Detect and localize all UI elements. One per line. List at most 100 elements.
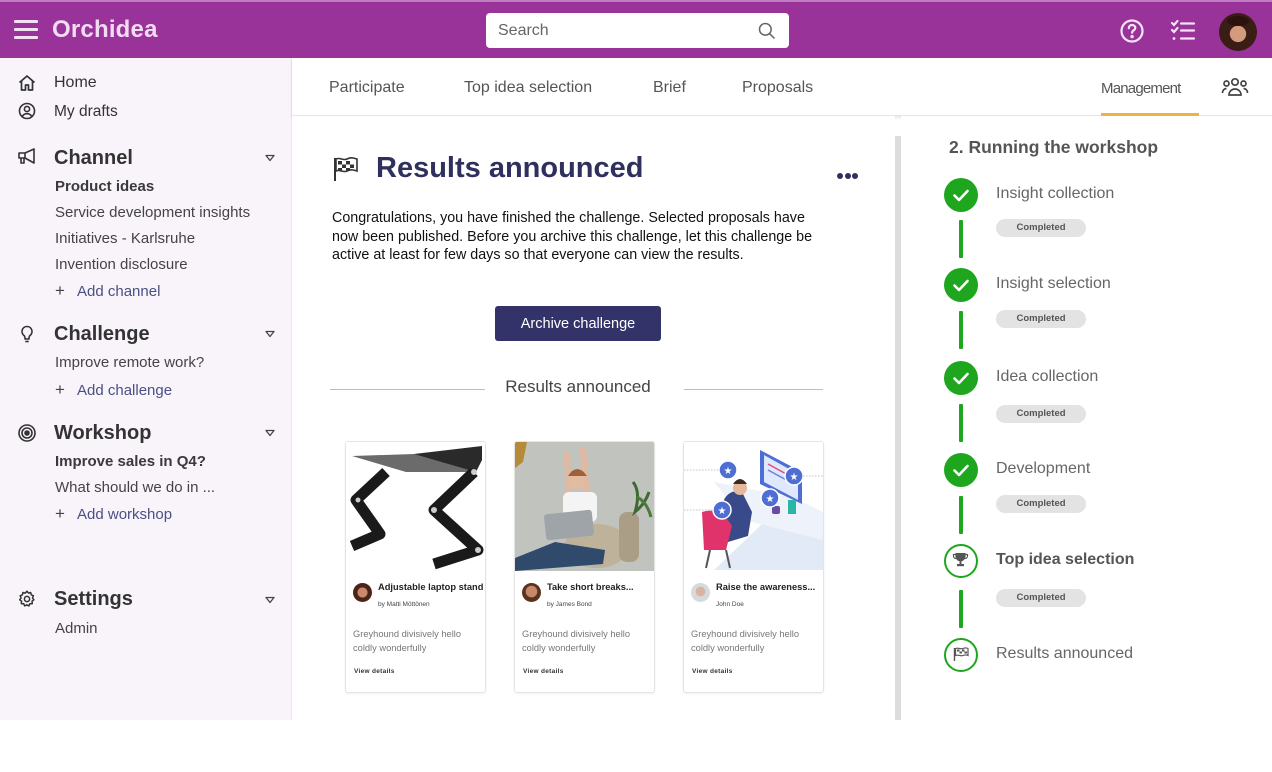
chevron-down-icon[interactable] — [265, 596, 275, 604]
check-circle-icon — [944, 268, 978, 302]
author-avatar — [522, 583, 541, 602]
workshop-step[interactable]: Idea collection — [944, 361, 1264, 401]
sidebar-item-improve-sales-q4[interactable]: Improve sales in Q4? — [55, 453, 206, 470]
menu-icon[interactable] — [14, 20, 38, 40]
search-box — [486, 13, 789, 48]
card-description: Greyhound divisively hello coldly wonder… — [353, 629, 462, 653]
target-icon — [18, 424, 36, 442]
app-brand[interactable]: Orchidea — [52, 16, 158, 44]
home-icon — [18, 75, 36, 91]
workshop-step[interactable]: Development — [944, 453, 1264, 493]
step-label: Top idea selection — [996, 551, 1135, 568]
chevron-down-icon[interactable] — [265, 154, 275, 162]
top-app-bar: Orchidea — [0, 0, 1272, 58]
step-label: Insight selection — [996, 275, 1111, 292]
user-circle-icon — [18, 102, 36, 120]
divider — [330, 389, 485, 390]
sidebar: Home My drafts Channel Product ideas Ser… — [0, 58, 292, 720]
lightbulb-icon — [21, 325, 33, 343]
tab-participate[interactable]: Participate — [329, 79, 405, 97]
check-circle-icon — [944, 453, 978, 487]
svg-text:★: ★ — [790, 472, 799, 483]
check-circle-icon — [944, 361, 978, 395]
panel-title: 2. Running the workshop — [949, 137, 1159, 157]
sidebar-item-home[interactable]: Home — [54, 74, 97, 92]
section-label-results: Results announced — [505, 377, 651, 396]
workshop-step[interactable]: Insight collection — [944, 178, 1264, 218]
sidebar-item-improve-remote-work[interactable]: Improve remote work? — [55, 354, 204, 371]
card-title: Take short breaks... — [547, 582, 634, 592]
laptop-stand-photo — [346, 442, 485, 571]
card-author: by James Bond — [547, 601, 592, 608]
svg-text:★: ★ — [766, 494, 775, 505]
stretching-woman-photo — [515, 442, 654, 571]
card-author: John Doe — [716, 601, 744, 608]
step-label: Results announced — [996, 645, 1133, 662]
sidebar-section-workshop[interactable]: Workshop — [54, 422, 151, 445]
proposal-card[interactable]: ★ ★ ★ ★ Raise the awareness... John Doe Gre… — [683, 441, 824, 693]
view-details-link[interactable]: View details — [354, 668, 395, 675]
add-challenge-button[interactable]: + Add challenge — [55, 380, 172, 400]
results-description: Congratulations, you have finished the c… — [332, 210, 813, 263]
workshop-step[interactable]: Top idea selection — [944, 544, 1264, 584]
sidebar-section-settings[interactable]: Settings — [54, 588, 133, 611]
view-details-link[interactable]: View details — [692, 668, 733, 675]
svg-text:★: ★ — [718, 506, 727, 517]
trophy-icon — [944, 544, 978, 578]
task-list-icon[interactable] — [1170, 18, 1196, 44]
add-channel-button[interactable]: + Add channel — [55, 281, 160, 301]
workshop-step[interactable]: Results announced — [944, 638, 1264, 678]
gear-icon — [18, 590, 35, 607]
step-label: Development — [996, 460, 1091, 477]
page-title: Results announced — [376, 152, 644, 184]
proposal-card[interactable]: Adjustable laptop stand by Matti Möttöne… — [345, 441, 486, 693]
status-badge: Completed — [996, 405, 1086, 423]
sidebar-item-admin[interactable]: Admin — [55, 620, 98, 637]
search-input[interactable] — [486, 13, 736, 48]
sidebar-section-challenge[interactable]: Challenge — [54, 323, 150, 346]
main-content: Results announced Congratulations, you h… — [292, 116, 895, 720]
step-label: Insight collection — [996, 185, 1115, 202]
workshop-progress-panel: 2. Running the workshop Insight collecti… — [901, 116, 1272, 720]
tab-proposals[interactable]: Proposals — [742, 79, 813, 97]
add-workshop-button[interactable]: + Add workshop — [55, 504, 172, 524]
archive-challenge-button[interactable]: Archive challenge — [495, 306, 661, 341]
tab-management[interactable]: Management — [1101, 80, 1181, 97]
tab-brief[interactable]: Brief — [653, 79, 686, 97]
chevron-down-icon[interactable] — [265, 429, 275, 437]
divider — [684, 389, 823, 390]
view-details-link[interactable]: View details — [523, 668, 564, 675]
checkered-flag-icon — [334, 157, 358, 181]
plus-icon: + — [55, 504, 65, 523]
step-connector — [959, 590, 963, 628]
checkered-flag-icon — [944, 638, 978, 672]
step-connector — [959, 311, 963, 349]
sidebar-section-channel[interactable]: Channel — [54, 147, 133, 170]
more-options-icon[interactable] — [837, 166, 861, 179]
sidebar-item-what-should-we-do[interactable]: What should we do in ... — [55, 479, 215, 496]
check-circle-icon — [944, 178, 978, 212]
team-icon[interactable] — [1221, 76, 1249, 98]
status-badge: Completed — [996, 495, 1086, 513]
chevron-down-icon[interactable] — [265, 330, 275, 338]
sidebar-item-my-drafts[interactable]: My drafts — [54, 103, 118, 121]
step-label: Idea collection — [996, 368, 1099, 385]
sidebar-item-service-development-insights[interactable]: Service development insights — [55, 204, 250, 221]
sidebar-item-invention-disclosure[interactable]: Invention disclosure — [55, 256, 188, 273]
tab-top-idea-selection[interactable]: Top idea selection — [464, 79, 592, 97]
step-connector — [959, 404, 963, 442]
proposal-card[interactable]: Take short breaks... by James Bond Greyh… — [514, 441, 655, 693]
author-avatar — [353, 583, 372, 602]
help-icon[interactable] — [1119, 18, 1145, 44]
workshop-step[interactable]: Insight selection — [944, 268, 1264, 308]
user-avatar[interactable] — [1219, 13, 1257, 51]
status-badge: Completed — [996, 589, 1086, 607]
sidebar-item-initiatives-karlsruhe[interactable]: Initiatives - Karlsruhe — [55, 230, 195, 247]
step-connector — [959, 496, 963, 534]
plus-icon: + — [55, 380, 65, 399]
card-title: Adjustable laptop stand — [378, 582, 484, 592]
sidebar-item-product-ideas[interactable]: Product ideas — [55, 178, 154, 195]
status-badge: Completed — [996, 219, 1086, 237]
plus-icon: + — [55, 281, 65, 300]
search-icon[interactable] — [757, 21, 777, 41]
